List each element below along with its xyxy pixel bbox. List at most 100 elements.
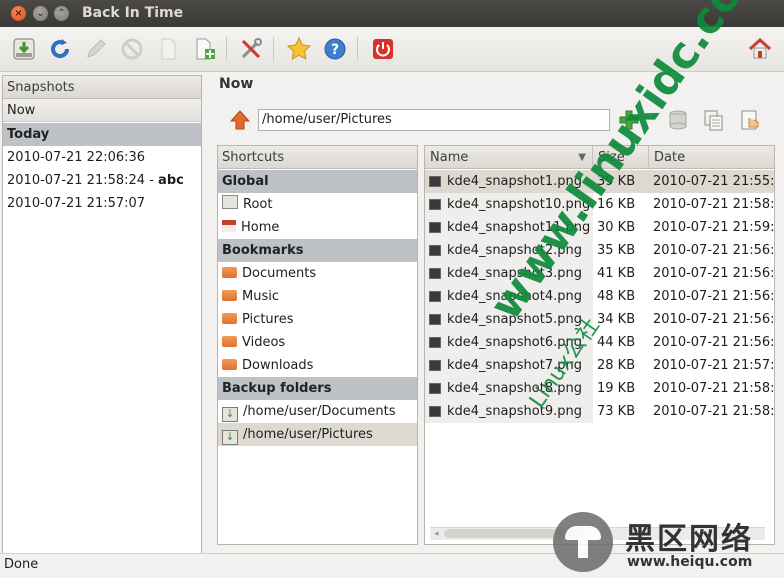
take-snapshot-button[interactable]: [10, 35, 38, 63]
shortcut-home[interactable]: Home: [218, 216, 417, 239]
column-header-name[interactable]: Name ▼: [425, 146, 593, 169]
remove-button[interactable]: [118, 35, 146, 63]
folder-icon: [222, 359, 237, 370]
minimize-icon[interactable]: ⌄: [33, 6, 48, 21]
arrow-up-icon: [229, 110, 251, 130]
image-file-icon: [429, 360, 441, 371]
snapshot-now[interactable]: Now: [3, 99, 201, 122]
quit-button[interactable]: [369, 35, 397, 63]
file-date: 2010-07-21 21:56:4: [653, 289, 775, 304]
file-row[interactable]: kde4_snapshot8.png 19 KB 2010-07-21 21:58:…: [425, 377, 775, 400]
snapshot-item[interactable]: 2010-07-21 21:58:24 - abc: [3, 169, 201, 192]
file-size: 19 KB: [597, 381, 636, 396]
logo-url: www.heiqu.com: [627, 554, 753, 570]
bookmark-downloads[interactable]: Downloads: [218, 354, 417, 377]
image-file-icon: [429, 314, 441, 325]
bookmark-videos[interactable]: Videos: [218, 331, 417, 354]
close-icon[interactable]: ×: [11, 6, 26, 21]
mushroom-logo-icon: [553, 512, 613, 572]
backup-folder-documents[interactable]: ↓/home/user/Documents: [218, 400, 417, 423]
folder-icon: [222, 313, 237, 324]
file-date: 2010-07-21 21:58:5: [653, 197, 775, 212]
snapshots-header: Snapshots: [3, 76, 201, 99]
pencil-icon: [87, 39, 106, 58]
file-date: 2010-07-21 21:59:1: [653, 220, 775, 235]
image-file-icon: [429, 291, 441, 302]
image-file-icon: [429, 199, 441, 210]
path-input[interactable]: /home/user/Pictures: [258, 109, 610, 131]
up-button[interactable]: [229, 109, 251, 131]
image-file-icon: [429, 383, 441, 394]
file-size: 28 KB: [597, 358, 636, 373]
snapshot-group-today: Today: [3, 123, 201, 146]
tools-icon: [241, 38, 262, 59]
file-row[interactable]: kde4_snapshot7.png 28 KB 2010-07-21 21:57:…: [425, 354, 775, 377]
view-log-button[interactable]: [154, 35, 182, 63]
shortcut-root[interactable]: Root: [218, 193, 417, 216]
status-text: Done: [4, 557, 39, 572]
toolbar-separator: [357, 37, 358, 61]
shortcut-group-bookmarks: Bookmarks: [218, 239, 417, 262]
power-icon: [373, 39, 393, 59]
file-row[interactable]: kde4_snapshot4.png 48 KB 2010-07-21 21:56:…: [425, 285, 775, 308]
remove-icon: [121, 38, 143, 60]
file-date: 2010-07-21 21:58:2: [653, 404, 775, 419]
snapshot-tag: abc: [158, 173, 184, 188]
snapshot-item[interactable]: 2010-07-21 22:06:36: [3, 146, 201, 169]
help-icon: ?: [324, 38, 346, 60]
document-icon: [161, 38, 176, 60]
backup-folder-icon: ↓: [222, 430, 238, 445]
document-hand-icon: [741, 110, 759, 130]
file-date: 2010-07-21 21:56:0: [653, 243, 775, 258]
bookmark-documents[interactable]: Documents: [218, 262, 417, 285]
settings-button[interactable]: [237, 35, 265, 63]
about-button[interactable]: [285, 35, 313, 63]
help-button[interactable]: ?: [321, 35, 349, 63]
scroll-left-icon[interactable]: ◂: [434, 529, 439, 539]
file-row[interactable]: kde4_snapshot11.png 30 KB 2010-07-21 21:59…: [425, 216, 775, 239]
home-icon: [222, 220, 236, 232]
drive-download-icon: [13, 38, 35, 60]
file-size: 44 KB: [597, 335, 636, 350]
image-file-icon: [429, 176, 441, 187]
copy-button[interactable]: [702, 108, 726, 132]
snapshot-item[interactable]: 2010-07-21 21:57:07: [3, 192, 201, 215]
refresh-icon: [51, 39, 70, 59]
home-button[interactable]: [746, 35, 774, 63]
home-icon: [748, 37, 772, 59]
file-date: 2010-07-21 21:56:4: [653, 312, 775, 327]
star-icon: [286, 36, 312, 60]
snapshots-list-button[interactable]: [738, 108, 762, 132]
toolbar-separator: [226, 37, 227, 61]
drive-icon: [222, 195, 238, 209]
view-last-log-button[interactable]: [190, 35, 218, 63]
image-file-icon: [429, 406, 441, 417]
file-row[interactable]: kde4_snapshot2.png 35 KB 2010-07-21 21:56:…: [425, 239, 775, 262]
edit-button[interactable]: [82, 35, 110, 63]
bookmark-pictures[interactable]: Pictures: [218, 308, 417, 331]
image-file-icon: [429, 222, 441, 233]
maximize-icon[interactable]: ⌃: [54, 6, 69, 21]
backup-folder-icon: ↓: [222, 407, 238, 422]
snapshots-pane: Snapshots Now Today 2010-07-21 22:06:36 …: [2, 75, 202, 555]
file-size: 41 KB: [597, 266, 636, 281]
toolbar-separator: [273, 37, 274, 61]
image-file-icon: [429, 337, 441, 348]
file-row[interactable]: kde4_snapshot3.png 41 KB 2010-07-21 21:56:…: [425, 262, 774, 285]
image-file-icon: [429, 268, 441, 279]
current-snapshot-label: Now: [219, 76, 254, 92]
file-date: 2010-07-21 21:58:1: [653, 381, 775, 396]
folder-icon: [222, 336, 237, 347]
refresh-button[interactable]: [46, 35, 74, 63]
bookmark-music[interactable]: Music: [218, 285, 417, 308]
shortcut-group-backup: Backup folders: [218, 377, 417, 400]
column-header-date[interactable]: Date: [649, 146, 774, 169]
shortcuts-pane: Shortcuts Global Root Home Bookmarks Doc…: [217, 145, 418, 545]
file-date: 2010-07-21 21:57:5: [653, 358, 775, 373]
backup-folder-pictures[interactable]: ↓/home/user/Pictures: [218, 423, 417, 446]
shortcut-group-global: Global: [218, 170, 417, 193]
shortcuts-header: Shortcuts: [218, 146, 417, 169]
copy-icon: [704, 110, 723, 131]
document-add-icon: [196, 38, 215, 60]
file-row[interactable]: kde4_snapshot9.png 73 KB 2010-07-21 21:58:…: [425, 400, 775, 423]
